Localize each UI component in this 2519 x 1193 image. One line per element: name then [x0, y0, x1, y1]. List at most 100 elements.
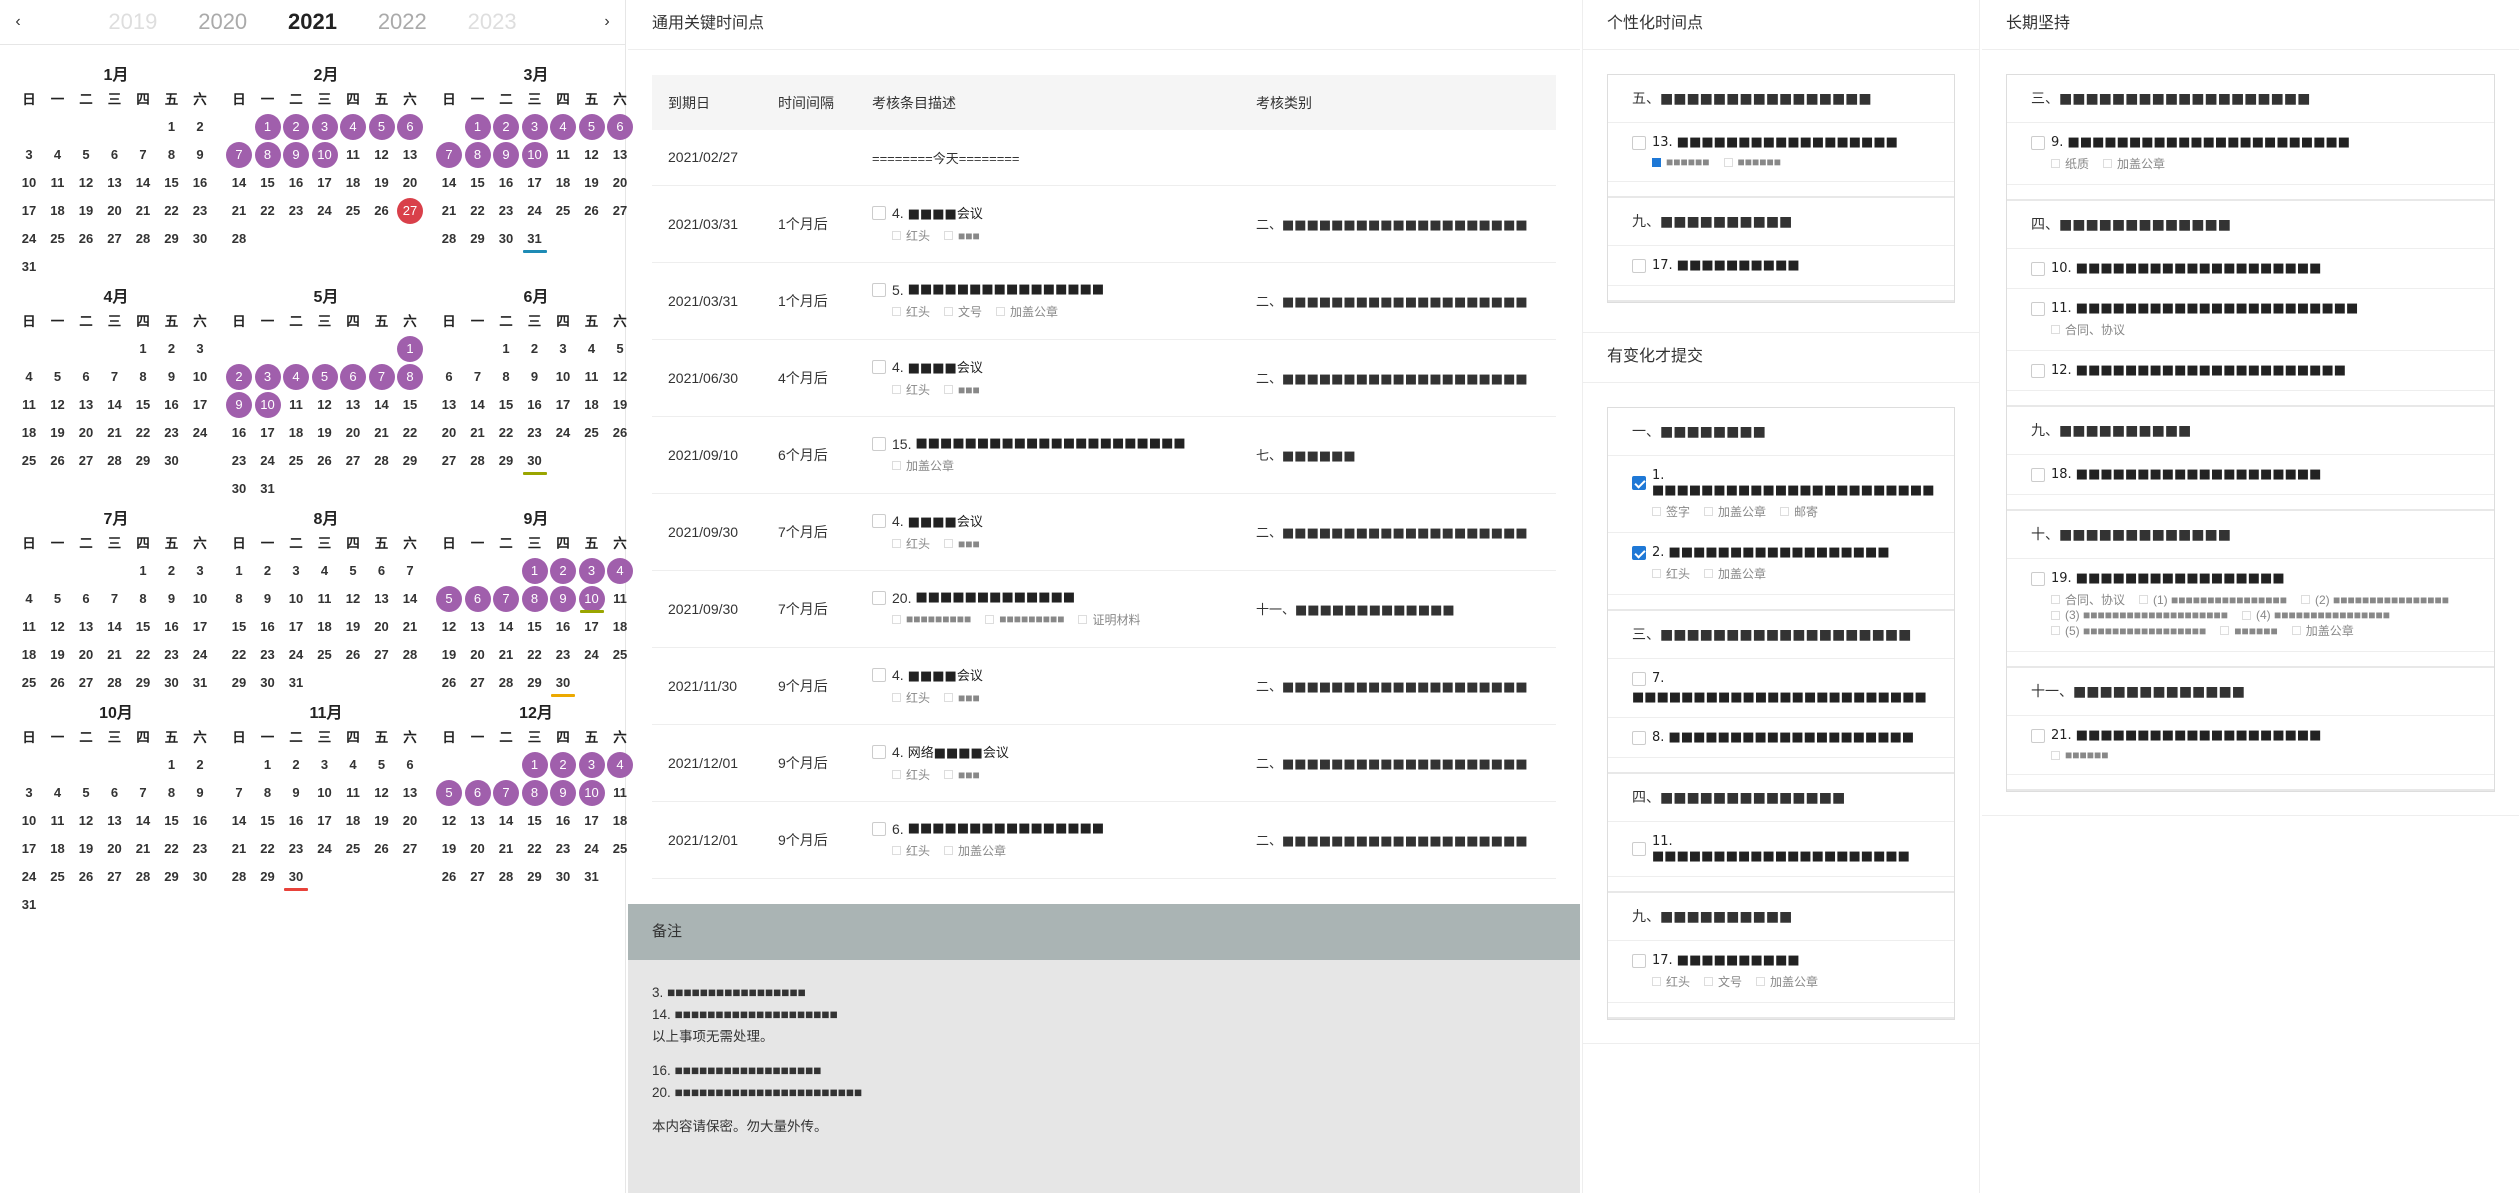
item-checkbox[interactable] — [872, 436, 886, 451]
tag-checkbox-icon[interactable] — [892, 845, 901, 855]
day-cell[interactable]: 30 — [550, 863, 576, 891]
day-cell[interactable]: 20 — [73, 641, 99, 669]
tag-checkbox[interactable]: 加盖公章 — [2103, 155, 2165, 172]
tag-checkbox[interactable]: 文号 — [944, 303, 982, 320]
day-cell[interactable]: 2 — [493, 113, 519, 141]
day-cell[interactable]: 13 — [436, 391, 462, 419]
day-cell[interactable]: 19 — [312, 419, 338, 447]
tag-checkbox-icon[interactable] — [2241, 610, 2251, 620]
day-cell[interactable]: 15 — [159, 169, 185, 197]
day-cell[interactable]: 28 — [369, 447, 395, 475]
day-cell[interactable]: 5 — [368, 113, 395, 141]
day-cell[interactable]: 7 — [368, 363, 395, 391]
day-cell[interactable]: 17 — [16, 835, 42, 863]
tag-checkbox-icon[interactable] — [944, 539, 954, 548]
day-cell[interactable]: 30 — [159, 447, 185, 475]
day-cell[interactable]: 30 — [159, 669, 185, 697]
day-cell[interactable]: 25 — [16, 447, 42, 475]
day-cell[interactable]: 6 — [102, 779, 128, 807]
day-cell[interactable]: 17 — [579, 807, 605, 835]
day-cell[interactable]: 5 — [340, 557, 366, 585]
tag-checkbox[interactable]: 证明材料 — [1078, 611, 1140, 628]
day-cell[interactable]: 1 — [521, 557, 548, 585]
day-cell[interactable]: 4 — [16, 585, 42, 613]
day-cell[interactable]: 1 — [130, 335, 156, 363]
item-checkbox[interactable] — [1632, 135, 1646, 150]
day-cell[interactable]: 13 — [102, 169, 128, 197]
tag-checkbox-icon[interactable] — [892, 231, 901, 240]
day-cell[interactable]: 26 — [436, 863, 462, 891]
day-cell[interactable]: 19 — [45, 641, 71, 669]
tag-checkbox[interactable]: 加盖公章 — [944, 842, 1006, 859]
item-checkbox[interactable] — [872, 590, 886, 605]
day-cell[interactable]: 12 — [369, 779, 395, 807]
day-cell[interactable]: 25 — [340, 197, 366, 225]
day-cell[interactable]: 11 — [340, 141, 366, 169]
day-cell[interactable]: 3 — [550, 335, 576, 363]
day-cell[interactable]: 23 — [283, 197, 309, 225]
day-cell[interactable]: 26 — [45, 669, 71, 697]
day-cell[interactable]: 12 — [436, 807, 462, 835]
day-cell[interactable]: 24 — [283, 641, 309, 669]
tag-checkbox[interactable]: ■■■ — [944, 766, 980, 783]
day-cell[interactable]: 18 — [340, 807, 366, 835]
day-cell[interactable]: 4 — [579, 335, 605, 363]
day-cell[interactable]: 2 — [187, 751, 213, 779]
day-cell[interactable]: 18 — [550, 169, 576, 197]
day-cell[interactable]: 22 — [465, 197, 491, 225]
day-cell[interactable]: 27 — [397, 835, 423, 863]
year-2023[interactable]: 2023 — [468, 9, 517, 35]
day-cell[interactable]: 13 — [102, 807, 128, 835]
day-cell[interactable]: 9 — [159, 363, 185, 391]
day-cell[interactable]: 19 — [73, 835, 99, 863]
day-cell[interactable]: 19 — [369, 169, 395, 197]
tag-checkbox[interactable]: 邮寄 — [1780, 503, 1818, 520]
day-cell[interactable]: 3 — [254, 363, 281, 391]
day-cell[interactable]: 28 — [436, 225, 462, 253]
item-checkbox[interactable] — [2031, 467, 2045, 482]
day-cell[interactable]: 18 — [283, 419, 309, 447]
day-cell[interactable]: 29 — [493, 447, 519, 475]
day-cell[interactable]: 17 — [550, 391, 576, 419]
day-cell[interactable]: 3 — [16, 141, 42, 169]
day-cell[interactable]: 3 — [578, 557, 605, 585]
day-cell[interactable]: 23 — [159, 641, 185, 669]
day-cell[interactable]: 27 — [436, 447, 462, 475]
tag-checkbox[interactable]: (5) ■■■■■■■■■■■■■■■■■ — [2051, 622, 2206, 639]
tag-checkbox-icon[interactable] — [1704, 507, 1714, 516]
tag-checkbox[interactable]: 加盖公章 — [996, 303, 1058, 320]
day-cell[interactable]: 15 — [130, 613, 156, 641]
day-cell[interactable]: 6 — [464, 779, 491, 807]
day-cell[interactable]: 4 — [45, 779, 71, 807]
day-cell[interactable]: 17 — [312, 807, 338, 835]
day-cell[interactable]: 16 — [493, 169, 519, 197]
day-cell[interactable]: 18 — [16, 641, 42, 669]
day-cell[interactable]: 22 — [493, 419, 519, 447]
tag-checkbox[interactable]: ■■■■■■ — [2220, 622, 2278, 639]
tag-checkbox[interactable]: 红头 — [892, 766, 930, 783]
day-cell[interactable]: 25 — [283, 447, 309, 475]
day-cell[interactable]: 29 — [465, 225, 491, 253]
item-checkbox[interactable] — [872, 667, 886, 682]
day-cell[interactable]: 2 — [187, 113, 213, 141]
day-cell[interactable]: 7 — [436, 141, 462, 169]
day-cell[interactable]: 12 — [45, 391, 71, 419]
day-cell[interactable]: 21 — [130, 835, 156, 863]
day-cell[interactable]: 14 — [369, 391, 395, 419]
day-cell[interactable]: 14 — [226, 807, 252, 835]
day-cell[interactable]: 2 — [283, 751, 309, 779]
day-cell[interactable]: 17 — [522, 169, 548, 197]
tag-checkbox[interactable]: 加盖公章 — [1756, 973, 1818, 990]
day-cell[interactable]: 26 — [369, 835, 395, 863]
day-cell[interactable]: 10 — [311, 141, 338, 169]
day-cell[interactable]: 12 — [73, 169, 99, 197]
day-cell[interactable]: 16 — [187, 169, 213, 197]
day-cell[interactable]: 16 — [283, 169, 309, 197]
day-cell[interactable]: 26 — [312, 447, 338, 475]
tag-checkbox[interactable]: 红头 — [892, 227, 930, 244]
day-cell[interactable]: 13 — [73, 613, 99, 641]
day-cell[interactable]: 11 — [340, 779, 366, 807]
tag-checkbox[interactable]: ■■■■■■■■■ — [892, 611, 971, 628]
day-cell[interactable]: 16 — [159, 391, 185, 419]
day-cell[interactable]: 28 — [226, 863, 252, 891]
